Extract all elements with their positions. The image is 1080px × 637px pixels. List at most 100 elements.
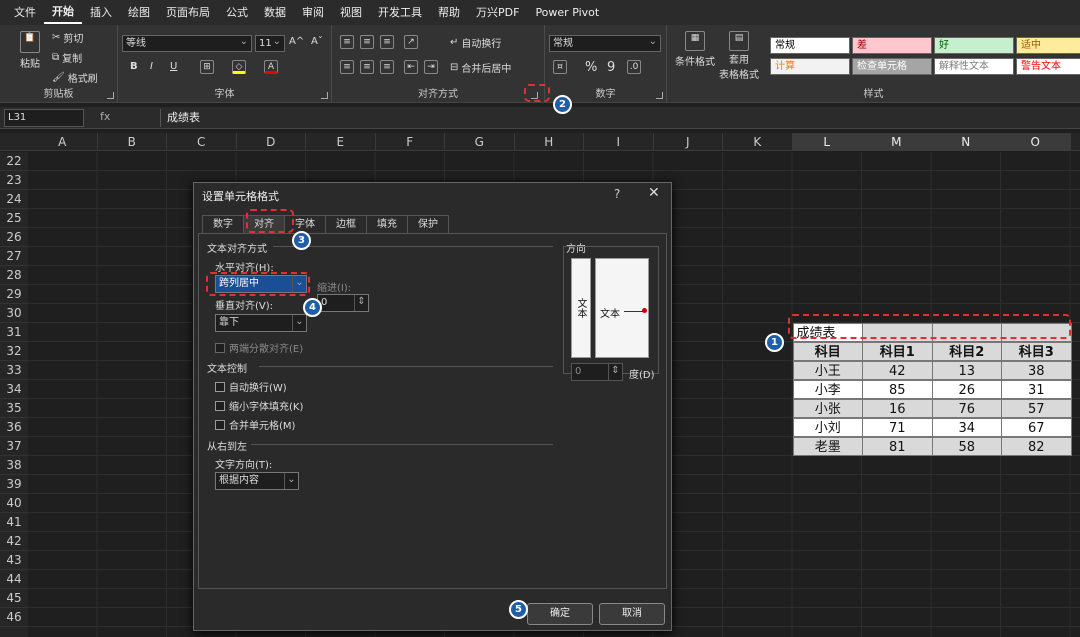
text-direction-select[interactable]: 根据内容 ⌄ <box>215 472 299 490</box>
menu-tab[interactable]: 开发工具 <box>370 0 430 25</box>
ok-button[interactable]: 确定 <box>527 603 593 625</box>
table-cell[interactable]: 小李 <box>792 380 863 399</box>
cell-style-item[interactable]: 差 <box>852 37 932 54</box>
column-header[interactable]: G <box>445 133 515 151</box>
table-cell[interactable]: 科目3 <box>1001 342 1072 361</box>
decrease-indent-button[interactable]: ⇤ <box>404 60 418 74</box>
name-box[interactable]: L31 <box>4 109 84 127</box>
table-cell[interactable]: 科目2 <box>931 342 1002 361</box>
bottom-align-button[interactable]: ≡ <box>380 35 394 49</box>
dialog-tab[interactable]: 保护 <box>407 215 449 233</box>
increase-indent-button[interactable]: ⇥ <box>424 60 438 74</box>
indent-spinner[interactable]: 0 ⇕ <box>317 294 369 312</box>
column-header[interactable]: M <box>862 133 932 151</box>
table-cell[interactable]: 42 <box>862 361 933 380</box>
row-header[interactable]: 38 <box>0 456 28 475</box>
row-header[interactable]: 46 <box>0 608 28 627</box>
table-cell[interactable]: 科目 <box>792 342 863 361</box>
center-align-button[interactable]: ≡ <box>360 60 374 74</box>
table-cell[interactable]: 57 <box>1001 399 1072 418</box>
column-header[interactable]: I <box>584 133 654 151</box>
row-header[interactable]: 22 <box>0 152 28 171</box>
row-header[interactable]: 35 <box>0 399 28 418</box>
middle-align-button[interactable]: ≡ <box>360 35 374 49</box>
shrink-font-button[interactable]: Aˇ <box>311 36 323 47</box>
menu-tab[interactable]: 视图 <box>332 0 370 25</box>
row-header[interactable]: 26 <box>0 228 28 247</box>
fill-color-button[interactable]: ◇ <box>232 60 246 74</box>
number-format-select[interactable]: 常规 <box>549 34 661 52</box>
menu-tab[interactable]: 帮助 <box>430 0 468 25</box>
font-color-button[interactable]: A <box>264 60 278 74</box>
table-cell[interactable]: 26 <box>931 380 1002 399</box>
table-cell[interactable]: 16 <box>862 399 933 418</box>
menu-tab[interactable]: 绘图 <box>120 0 158 25</box>
row-header[interactable]: 28 <box>0 266 28 285</box>
font-name-select[interactable]: 等线 <box>122 34 252 52</box>
column-header[interactable]: C <box>167 133 237 151</box>
close-icon[interactable]: ✕ <box>648 185 660 201</box>
menu-tab[interactable]: 公式 <box>218 0 256 25</box>
table-cell[interactable]: 31 <box>1001 380 1072 399</box>
table-cell[interactable]: 82 <box>1001 437 1072 456</box>
column-header[interactable]: F <box>376 133 445 151</box>
comma-button[interactable]: 9 <box>607 60 615 75</box>
distributed-checkbox[interactable]: 两端分散对齐(E) <box>215 340 303 355</box>
row-header[interactable]: 25 <box>0 209 28 228</box>
right-align-button[interactable]: ≡ <box>380 60 394 74</box>
row-header[interactable]: 37 <box>0 437 28 456</box>
table-cell[interactable]: 老墨 <box>792 437 863 456</box>
table-cell[interactable]: 85 <box>862 380 933 399</box>
cell-style-item[interactable]: 警告文本 <box>1016 58 1080 75</box>
column-header[interactable]: O <box>1001 133 1071 151</box>
table-cell[interactable]: 34 <box>931 418 1002 437</box>
column-header[interactable]: A <box>28 133 98 151</box>
column-header[interactable]: H <box>515 133 584 151</box>
table-cell[interactable]: 科目1 <box>862 342 933 361</box>
merge-cells-checkbox[interactable]: 合并单元格(M) <box>215 417 295 432</box>
column-header[interactable]: E <box>306 133 376 151</box>
merge-center-button[interactable]: ⊟ 合并后居中 <box>450 60 511 75</box>
row-header[interactable]: 41 <box>0 513 28 532</box>
row-header[interactable]: 39 <box>0 475 28 494</box>
row-header[interactable]: 44 <box>0 570 28 589</box>
vertical-text-button[interactable]: 文本 <box>571 258 591 358</box>
column-header[interactable]: N <box>931 133 1001 151</box>
grow-font-button[interactable]: A^ <box>289 36 304 47</box>
number-launcher-icon[interactable] <box>656 92 663 99</box>
cell-style-item[interactable]: 检查单元格 <box>852 58 932 75</box>
row-header[interactable]: 33 <box>0 361 28 380</box>
column-header[interactable]: B <box>98 133 167 151</box>
dialog-tab[interactable]: 数字 <box>202 215 244 233</box>
conditional-format-button[interactable]: ▦ 条件格式 <box>675 31 715 68</box>
table-cell[interactable]: 13 <box>931 361 1002 380</box>
row-header[interactable]: 32 <box>0 342 28 361</box>
currency-button[interactable]: ¤ <box>553 60 567 74</box>
bold-button[interactable]: B <box>130 61 138 72</box>
cut-button[interactable]: ✂ 剪切 <box>52 30 83 45</box>
menu-tab[interactable]: 万兴PDF <box>468 0 527 25</box>
format-painter-button[interactable]: 🖌 格式刷 <box>52 70 98 85</box>
row-header[interactable]: 45 <box>0 589 28 608</box>
formula-input[interactable]: 成绩表 <box>160 109 1080 127</box>
percent-button[interactable]: % <box>585 60 597 75</box>
column-header[interactable]: J <box>654 133 723 151</box>
font-size-select[interactable]: 11 <box>255 34 285 52</box>
cell-style-item[interactable]: 计算 <box>770 58 850 75</box>
row-header[interactable]: 42 <box>0 532 28 551</box>
format-as-table-button[interactable]: ▤ 套用 表格格式 <box>719 31 759 81</box>
table-cell[interactable]: 76 <box>931 399 1002 418</box>
table-cell[interactable]: 小张 <box>792 399 863 418</box>
cell-style-item[interactable]: 解释性文本 <box>934 58 1014 75</box>
border-button[interactable]: ⊞ <box>200 60 214 74</box>
orientation-button[interactable]: ↗ <box>404 35 418 49</box>
row-header[interactable]: 36 <box>0 418 28 437</box>
menu-tab[interactable]: 开始 <box>44 1 82 24</box>
menu-tab[interactable]: 审阅 <box>294 0 332 25</box>
shrink-to-fit-checkbox[interactable]: 缩小字体填充(K) <box>215 398 303 413</box>
cell-style-item[interactable]: 适中 <box>1016 37 1080 54</box>
paste-button[interactable]: 📋 粘贴 <box>20 31 40 70</box>
decimal-button[interactable]: .0 <box>627 60 641 74</box>
row-header[interactable]: 30 <box>0 304 28 323</box>
italic-button[interactable]: I <box>150 61 153 72</box>
